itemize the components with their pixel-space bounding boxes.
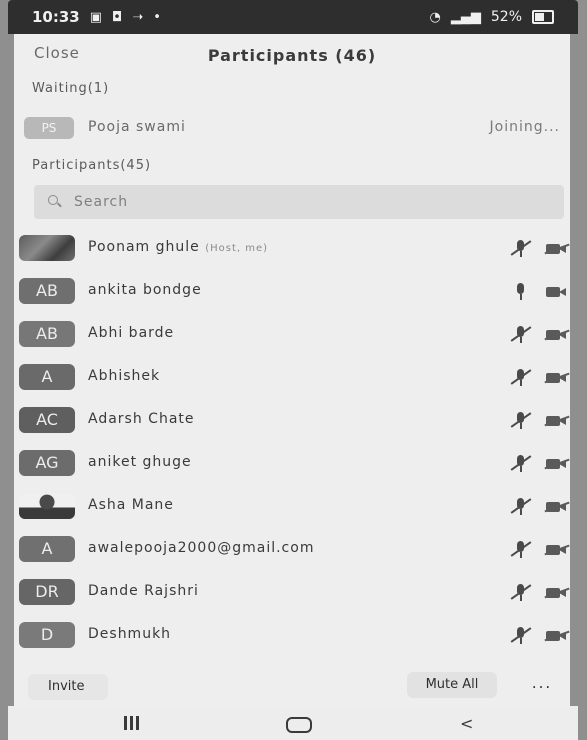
camera-off-icon[interactable] [544,372,570,384]
panel-footer: Invite Mute All ... [14,668,570,706]
participant-name: awalepooja2000@gmail.com [88,540,314,556]
camera-off-icon[interactable] [544,630,570,642]
battery-percentage: 52% [490,9,522,25]
avatar: A [19,364,75,390]
participant-name: Deshmukh [88,626,171,642]
participant-row[interactable]: Asha Mane [14,485,570,528]
home-icon[interactable] [286,717,312,733]
camera-off-icon[interactable] [544,415,570,427]
more-options-button[interactable]: ... [522,672,562,698]
mic-muted-icon[interactable] [510,240,532,258]
participants-section-label: Participants(45) [32,158,152,173]
avatar: AB [19,321,75,347]
participant-row[interactable]: AB Abhi barde [14,313,570,356]
mic-muted-icon[interactable] [510,326,532,344]
participant-name: Dande Rajshri [88,583,199,599]
avatar: A [19,536,75,562]
mic-icon[interactable] [512,283,530,301]
participant-role: (Host, me) [205,243,269,254]
participant-name-text: aniket ghuge [88,454,192,470]
waiting-participant-row[interactable]: PS Pooja swami Joining... [14,113,570,145]
participant-name: ankita bondge [88,282,202,298]
panel-header: Close Participants (46) [14,34,570,80]
signal-icon: ▂▄▆ [450,9,481,25]
participant-name: Abhi barde [88,325,174,341]
participant-row[interactable]: A awalepooja2000@gmail.com [14,528,570,571]
participant-row[interactable]: AC Adarsh Chate [14,399,570,442]
camera-off-icon[interactable] [544,243,570,255]
participant-name: aniket ghuge [88,454,192,470]
wifi-icon: ◔ [429,9,441,25]
dot-notification-icon: • [153,9,161,25]
camera-off-icon[interactable] [544,544,570,556]
participant-row[interactable]: D Deshmukh [14,614,570,657]
mic-muted-icon[interactable] [510,584,532,602]
participant-name: Abhishek [88,368,160,384]
arrow-notification-icon: ➝ [132,9,144,25]
status-time: 10:33 [32,8,80,26]
participant-name-text: Deshmukh [88,626,172,642]
participant-row[interactable]: DR Dande Rajshri [14,571,570,614]
back-icon[interactable]: < [460,714,473,733]
avatar [19,235,75,261]
waiting-avatar: PS [24,117,74,139]
participant-name: Poonam ghule (Host, me) [88,239,268,255]
participant-name-text: ankita bondge [88,282,202,298]
participant-list: Poonam ghule (Host, me) AB ankita bondge… [14,227,570,657]
participants-panel: Close Participants (46) Waiting(1) PS Po… [14,34,570,706]
participant-name-text: Abhi barde [88,325,175,341]
android-nav-bar: < [8,706,578,740]
gallery-notification-icon: ▣ [89,9,103,25]
participant-name-text: awalepooja2000@gmail.com [88,540,315,556]
participant-name-text: Abhishek [88,368,161,384]
avatar: AB [19,278,75,304]
mic-muted-icon[interactable] [510,455,532,473]
participant-name: Adarsh Chate [88,411,195,427]
waiting-status: Joining... [489,119,560,135]
participant-row[interactable]: A Abhishek [14,356,570,399]
camera-off-icon[interactable] [544,329,570,341]
mic-muted-icon[interactable] [510,369,532,387]
search-icon [48,195,62,209]
search-input[interactable] [72,193,546,211]
page-title: Participants (46) [207,46,377,65]
camera-off-icon[interactable] [544,458,570,470]
mic-muted-icon[interactable] [510,627,532,645]
camera-icon[interactable] [546,286,568,298]
mic-muted-icon[interactable] [510,498,532,516]
mic-muted-icon[interactable] [510,541,532,559]
search-box[interactable] [34,185,564,219]
mute-all-button[interactable]: Mute All [407,672,497,698]
avatar: DR [19,579,75,605]
participant-name: Asha Mane [88,497,174,513]
avatar: AG [19,450,75,476]
participant-row[interactable]: AG aniket ghuge [14,442,570,485]
mic-muted-icon[interactable] [510,412,532,430]
battery-icon [532,10,554,24]
invite-button[interactable]: Invite [28,674,108,700]
participant-row[interactable]: Poonam ghule (Host, me) [14,227,570,270]
waiting-section-label: Waiting(1) [32,81,110,96]
participant-name-text: Dande Rajshri [88,583,199,599]
recent-apps-icon[interactable] [122,716,142,730]
status-bar: 10:33 ▣ ◘ ➝ • ◔ ▂▄▆ 52% [8,0,578,34]
avatar: D [19,622,75,648]
participant-name-text: Poonam ghule [88,239,200,255]
video-notification-icon: ◘ [112,9,123,25]
participant-row[interactable]: AB ankita bondge [14,270,570,313]
participant-name-text: Asha Mane [88,497,174,513]
participant-name-text: Adarsh Chate [88,411,195,427]
avatar: AC [19,407,75,433]
avatar [19,493,75,519]
camera-off-icon[interactable] [544,501,570,513]
waiting-participant-name: Pooja swami [88,119,186,135]
camera-off-icon[interactable] [544,587,570,599]
